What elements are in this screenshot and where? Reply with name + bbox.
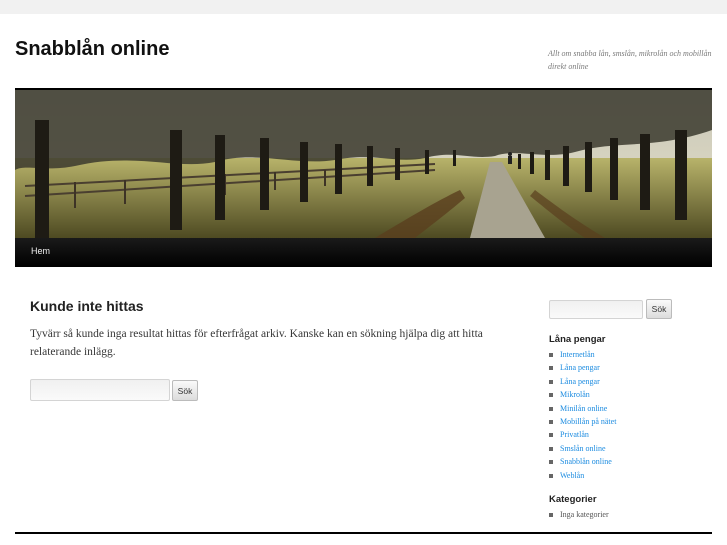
main-search-button[interactable]: Sök <box>172 380 198 401</box>
sidebar-search-input[interactable] <box>549 300 643 319</box>
widget-link[interactable]: Låna pengar <box>549 375 616 388</box>
widget-link[interactable]: Mobillån på nätet <box>549 415 616 428</box>
widget-link[interactable]: Mikrolån <box>549 388 616 401</box>
widget-link[interactable]: Smslån online <box>549 442 616 455</box>
not-found-message: Tyvärr så kunde inga resultat hittas för… <box>30 328 483 358</box>
site-description: Allt om snabba lån, smslån, mikrolån och… <box>548 49 712 71</box>
footer-divider <box>15 532 712 534</box>
widget-list-lana-pengar: Internetlån Låna pengar Låna pengar Mikr… <box>549 348 616 482</box>
header-image[interactable] <box>15 88 712 238</box>
nav-item-home[interactable]: Hem <box>31 246 50 256</box>
main-search-input[interactable] <box>30 379 170 401</box>
widget-link[interactable]: Internetlån <box>549 348 616 361</box>
category-item: Inga kategorier <box>549 508 609 521</box>
main-navigation: Hem <box>15 238 712 267</box>
widget-link[interactable]: Snabblån online <box>549 455 616 468</box>
page-title: Kunde inte hittas <box>30 298 144 314</box>
page: Snabblån online Allt om snabba lån, smsl… <box>0 14 727 545</box>
widget-title-kategorier: Kategorier <box>549 494 597 505</box>
widget-link[interactable]: Privatlån <box>549 428 616 441</box>
widget-link[interactable]: Låna pengar <box>549 361 616 374</box>
sidebar-search-button[interactable]: Sök <box>646 299 672 319</box>
widget-link[interactable]: Weblån <box>549 469 616 482</box>
widget-link[interactable]: Minilån online <box>549 402 616 415</box>
widget-title-lana-pengar: Låna pengar <box>549 334 606 345</box>
site-title[interactable]: Snabblån online <box>15 38 169 61</box>
widget-list-kategorier: Inga kategorier <box>549 508 609 521</box>
